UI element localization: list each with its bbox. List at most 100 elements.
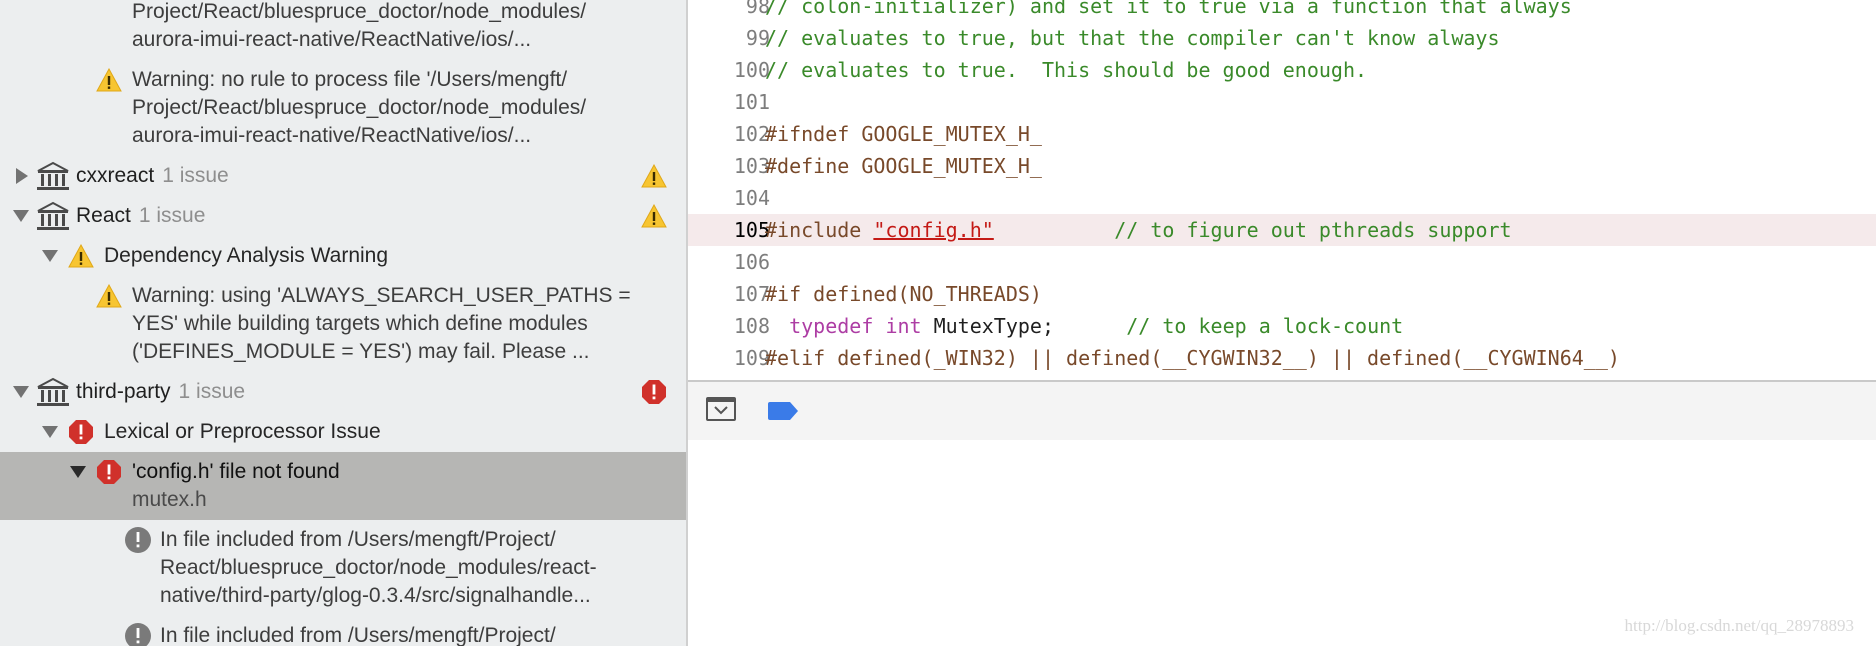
- warning-icon: [68, 244, 94, 268]
- code-token-kw: typedef: [789, 314, 874, 338]
- code-line[interactable]: 108 typedef int MutexType; // to keep a …: [688, 310, 1876, 342]
- error-file: mutex.h: [132, 488, 207, 511]
- code-line[interactable]: 109 #elif defined(_WIN32) || defined(__CY…: [688, 342, 1876, 374]
- code-token-pre: #elif defined(_WIN32) || defined(__CYGWI…: [765, 346, 1620, 370]
- code-token-pre: #include: [765, 218, 874, 242]
- note-text-line: React/bluespruce_doctor/node_modules/rea…: [160, 556, 597, 579]
- note-icon: [125, 527, 151, 553]
- warning-icon: [641, 164, 667, 188]
- debug-bar: [688, 380, 1876, 442]
- issue-navigator: Project/React/bluespruce_doctor/node_mod…: [0, 0, 688, 646]
- line-number: 102: [733, 122, 770, 146]
- issue-count: 1 issue: [178, 380, 246, 403]
- target-name: React: [76, 204, 131, 227]
- disclosure-triangle-collapsed[interactable]: [16, 168, 28, 184]
- chevron-down-icon: [708, 399, 734, 415]
- line-number: 104: [733, 186, 770, 210]
- disclosure-triangle-expanded[interactable]: [13, 386, 29, 398]
- breakpoints-toggle-icon[interactable]: [766, 402, 800, 420]
- disclosure-triangle-expanded[interactable]: [13, 210, 29, 222]
- code-line[interactable]: 101: [688, 86, 1876, 118]
- code-token-kw: int: [885, 314, 922, 338]
- category-label: Dependency Analysis Warning: [104, 244, 389, 267]
- issue-count: 1 issue: [138, 204, 206, 227]
- code-line[interactable]: 99// evaluates to true, but that the com…: [688, 22, 1876, 54]
- disclosure-triangle-expanded[interactable]: [70, 466, 86, 478]
- code-text: // evaluates to true, but that the compi…: [765, 22, 1500, 54]
- error-icon: [642, 380, 666, 404]
- note-icon: [125, 623, 151, 646]
- code-token-pre: #if defined(NO_THREADS): [765, 282, 1042, 306]
- issue-item-config-h-not-found[interactable]: 'config.h' file not found mutex.h: [0, 452, 686, 520]
- line-number: 99: [745, 26, 770, 50]
- code-token-comment: // to keep a lock-count: [1126, 314, 1404, 338]
- code-text: #elif defined(_WIN32) || defined(__CYGWI…: [765, 342, 1620, 374]
- code-line[interactable]: 98// colon-initializer) and set it to tr…: [688, 0, 1876, 22]
- error-title: 'config.h' file not found: [132, 460, 340, 483]
- warning-text-line: Warning: no rule to process file '/Users…: [132, 68, 568, 91]
- line-number: 107: [733, 282, 770, 306]
- source-editor[interactable]: 98// colon-initializer) and set it to tr…: [688, 0, 1876, 380]
- code-text: typedef int MutexType; // to keep a lock…: [765, 310, 1403, 342]
- line-number: 105: [733, 218, 770, 242]
- code-text: #include "config.h" // to figure out pth…: [765, 214, 1512, 246]
- warning-text-line: aurora-imui-react-native/ReactNative/ios…: [132, 28, 532, 51]
- warning-text-line: Project/React/bluespruce_doctor/node_mod…: [132, 96, 587, 119]
- error-icon: [97, 460, 121, 484]
- code-line[interactable]: 106: [688, 246, 1876, 278]
- category-label: Lexical or Preprocessor Issue: [104, 420, 381, 443]
- code-line[interactable]: 103 #define GOOGLE_MUTEX_H_: [688, 150, 1876, 182]
- code-token-str: "config.h": [873, 218, 994, 242]
- code-text: #if defined(NO_THREADS): [765, 278, 1042, 310]
- line-number: 101: [733, 90, 770, 114]
- library-target-icon: [37, 377, 69, 406]
- disclosure-triangle-expanded[interactable]: [42, 250, 58, 262]
- watermark: http://blog.csdn.net/qq_28978893: [1624, 616, 1855, 635]
- line-number: 100: [733, 58, 770, 82]
- warning-text-line: YES' while building targets which define…: [132, 312, 588, 335]
- code-token-plain: MutexType;: [921, 314, 1127, 338]
- code-token-pre: #define GOOGLE_MUTEX_H_: [765, 154, 1042, 178]
- code-line[interactable]: 104: [688, 182, 1876, 214]
- code-token-comment: // evaluates to true, but that the compi…: [765, 26, 1500, 50]
- code-token-pre: #ifndef GOOGLE_MUTEX_H_: [765, 122, 1042, 146]
- warning-icon: [96, 68, 122, 92]
- warning-icon: [641, 204, 667, 228]
- code-line-current[interactable]: 105 #include "config.h" // to figure out …: [688, 214, 1876, 246]
- target-name: cxxreact: [76, 164, 155, 187]
- line-number: 108: [733, 314, 770, 338]
- code-line[interactable]: 100// evaluates to true. This should be …: [688, 54, 1876, 86]
- error-icon: [69, 420, 93, 444]
- code-line[interactable]: 102 #ifndef GOOGLE_MUTEX_H_: [688, 118, 1876, 150]
- warning-text-line: Warning: using 'ALWAYS_SEARCH_USER_PATHS…: [132, 284, 631, 307]
- note-text-line: In file included from /Users/mengft/Proj…: [160, 624, 556, 646]
- line-number: 106: [733, 250, 770, 274]
- code-text: // colon-initializer) and set it to true…: [765, 0, 1572, 22]
- line-number: 103: [733, 154, 770, 178]
- library-target-icon: [37, 201, 69, 230]
- warning-text-line: ('DEFINES_MODULE = YES') may fail. Pleas…: [132, 340, 590, 363]
- warning-icon: [96, 284, 122, 308]
- library-target-icon: [37, 161, 69, 190]
- code-token-comment: // evaluates to true. This should be goo…: [765, 58, 1368, 82]
- line-number: 109: [733, 346, 770, 370]
- note-text-line: In file included from /Users/mengft/Proj…: [160, 528, 556, 551]
- warning-text-line: aurora-imui-react-native/ReactNative/ios…: [132, 124, 532, 147]
- code-text: #ifndef GOOGLE_MUTEX_H_: [765, 118, 1042, 150]
- note-text-line: native/third-party/glog-0.3.4/src/signal…: [160, 584, 591, 607]
- console-area: http://blog.csdn.net/qq_28978893: [688, 440, 1876, 646]
- line-number: 98: [745, 0, 770, 18]
- warning-text-line: Project/React/bluespruce_doctor/node_mod…: [132, 0, 587, 23]
- code-text: // evaluates to true. This should be goo…: [765, 54, 1367, 86]
- disclosure-triangle-expanded[interactable]: [42, 426, 58, 438]
- issue-count: 1 issue: [162, 164, 229, 187]
- target-name: third-party: [76, 380, 171, 403]
- code-text: #define GOOGLE_MUTEX_H_: [765, 150, 1042, 182]
- hide-console-icon[interactable]: [706, 397, 736, 421]
- code-line[interactable]: 107 #if defined(NO_THREADS): [688, 278, 1876, 310]
- code-token-comment: // colon-initializer) and set it to true…: [765, 0, 1572, 18]
- code-token-comment: // to figure out pthreads support: [1114, 218, 1512, 242]
